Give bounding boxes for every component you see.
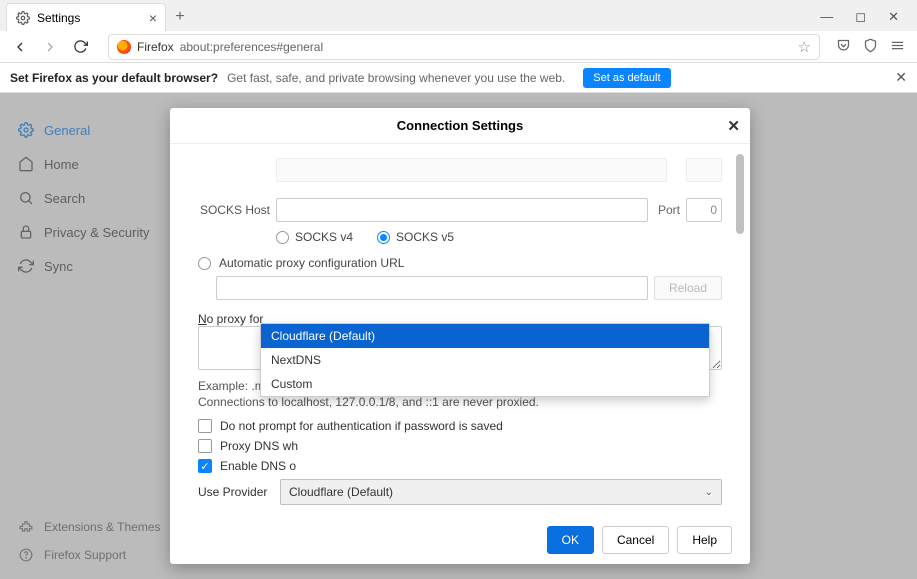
socks-v5-label: SOCKS v5 — [396, 230, 454, 244]
url-bar[interactable]: Firefox about:preferences#general ☆ — [108, 34, 820, 60]
http-proxy-input[interactable] — [276, 158, 667, 182]
firefox-icon — [117, 40, 131, 54]
auto-pac-label: Automatic proxy configuration URL — [219, 256, 404, 270]
menu-icon[interactable] — [890, 38, 905, 56]
checkbox-label: Do not prompt for authentication if pass… — [220, 419, 503, 433]
checkbox-noauth[interactable]: Do not prompt for authentication if pass… — [198, 419, 722, 433]
port-label-blank — [677, 163, 680, 177]
checkbox-icon — [198, 439, 212, 453]
port-label: Port — [658, 203, 680, 217]
radio-icon — [198, 257, 211, 270]
socks-host-input[interactable] — [276, 198, 648, 222]
identity-label: Firefox — [137, 40, 174, 54]
socks-port-input[interactable] — [686, 198, 722, 222]
chevron-down-icon: ⌄ — [705, 487, 713, 498]
checkbox-label: Proxy DNS wh — [220, 439, 298, 453]
cancel-button[interactable]: Cancel — [602, 526, 669, 554]
tab-close-icon[interactable]: × — [149, 10, 157, 26]
provider-dropdown: Cloudflare (Default) NextDNS Custom — [260, 323, 710, 397]
help-button[interactable]: Help — [677, 526, 732, 554]
auto-pac-radio[interactable]: Automatic proxy configuration URL — [198, 256, 722, 270]
checkbox-icon: ✓ — [198, 459, 212, 473]
dropdown-option-cloudflare[interactable]: Cloudflare (Default) — [261, 324, 709, 348]
tab-title: Settings — [37, 11, 80, 25]
close-icon[interactable]: ✕ — [888, 9, 899, 25]
dropdown-option-custom[interactable]: Custom — [261, 372, 709, 396]
forward-button[interactable] — [38, 35, 62, 59]
default-bar-title: Set Firefox as your default browser? — [10, 71, 218, 85]
localhost-note: Connections to localhost, 127.0.0.1/8, a… — [198, 395, 722, 409]
provider-selected: Cloudflare (Default) — [289, 485, 393, 499]
socks-v5-radio[interactable]: SOCKS v5 — [377, 230, 454, 244]
ok-button[interactable]: OK — [547, 526, 594, 554]
gear-icon — [15, 10, 31, 26]
dialog-title: Connection Settings — [397, 118, 523, 133]
nav-toolbar: Firefox about:preferences#general ☆ — [0, 31, 917, 63]
provider-select[interactable]: Cloudflare (Default) ⌄ — [280, 479, 722, 505]
url-text: about:preferences#general — [180, 40, 323, 54]
reload-button[interactable] — [68, 35, 92, 59]
browser-tab[interactable]: Settings × — [6, 3, 166, 31]
dialog-header: Connection Settings ✕ — [170, 108, 750, 144]
radio-icon — [276, 231, 289, 244]
toolbar-icons — [836, 38, 909, 56]
dialog-footer: OK Cancel Help — [170, 516, 750, 564]
dialog-scrollbar[interactable] — [734, 152, 746, 508]
tab-bar: Settings × + — ◻ ✕ — [0, 0, 917, 31]
checkbox-icon — [198, 419, 212, 433]
socks-v4-label: SOCKS v4 — [295, 230, 353, 244]
socks-host-label: SOCKS Host — [198, 203, 270, 217]
radio-icon — [377, 231, 390, 244]
scrollbar-thumb[interactable] — [736, 154, 744, 234]
maximize-icon[interactable]: ◻ — [855, 9, 866, 25]
back-button[interactable] — [8, 35, 32, 59]
http-port-input[interactable] — [686, 158, 722, 182]
default-bar-sub: Get fast, safe, and private browsing whe… — [227, 71, 565, 85]
new-tab-button[interactable]: + — [166, 3, 194, 31]
dialog-close-icon[interactable]: ✕ — [727, 117, 740, 135]
field-label-blank — [198, 163, 270, 177]
reload-button[interactable]: Reload — [654, 276, 722, 300]
socks-v4-radio[interactable]: SOCKS v4 — [276, 230, 353, 244]
checkbox-doh[interactable]: ✓ Enable DNS o — [198, 459, 722, 473]
checkbox-label: Enable DNS o — [220, 459, 296, 473]
minimize-icon[interactable]: — — [820, 9, 833, 25]
default-browser-bar: Set Firefox as your default browser? Get… — [0, 63, 917, 93]
dropdown-option-nextdns[interactable]: NextDNS — [261, 348, 709, 372]
use-provider-label: Use Provider — [198, 485, 270, 499]
pocket-icon[interactable] — [836, 38, 851, 56]
checkbox-proxydns[interactable]: Proxy DNS wh — [198, 439, 722, 453]
shield-icon[interactable] — [863, 38, 878, 56]
window-controls: — ◻ ✕ — [820, 9, 911, 31]
default-bar-close-icon[interactable]: ✕ — [895, 69, 907, 86]
set-default-button[interactable]: Set as default — [583, 68, 670, 88]
bookmark-star-icon[interactable]: ☆ — [798, 38, 811, 56]
pac-url-input[interactable] — [216, 276, 648, 300]
